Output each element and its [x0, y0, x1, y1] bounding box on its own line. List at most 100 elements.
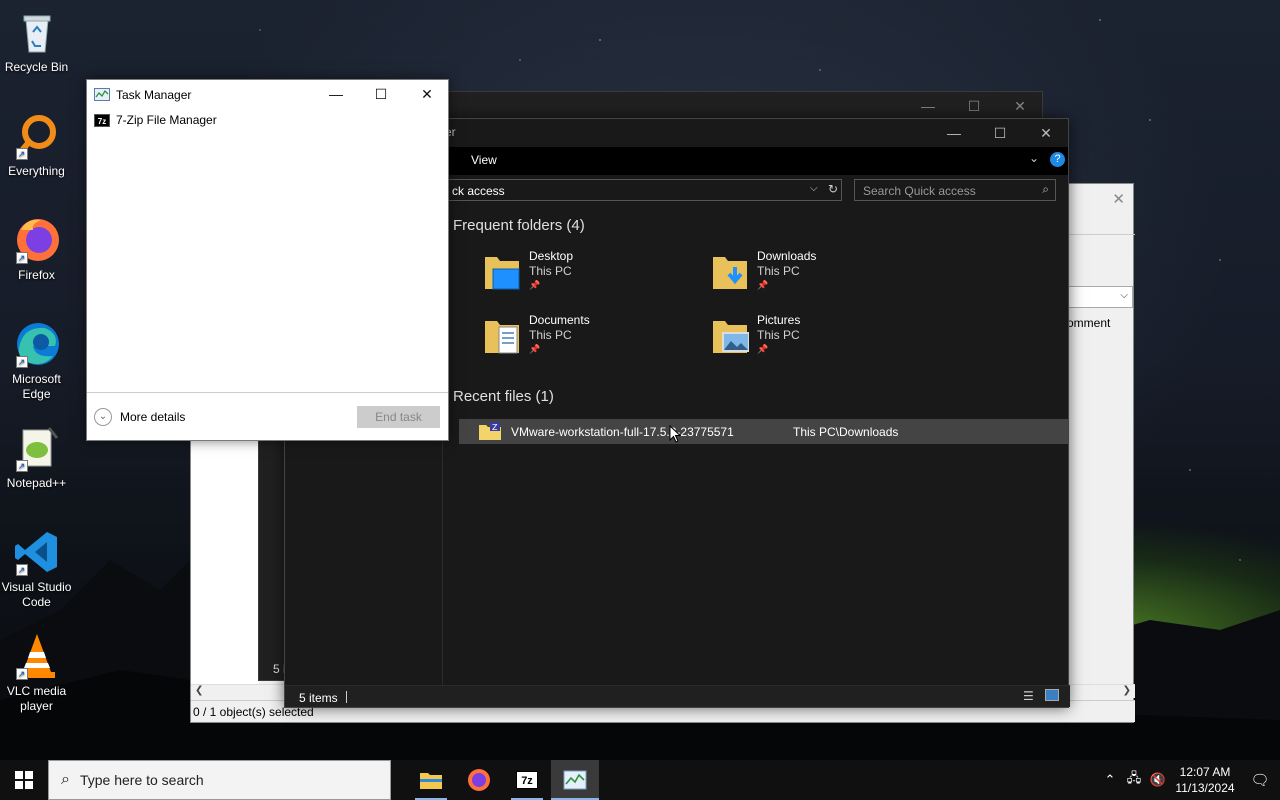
seven-zip-icon: 7z — [516, 771, 538, 789]
pin-icon: 📌 — [757, 280, 769, 290]
svg-text:Z: Z — [492, 423, 498, 432]
clock[interactable]: 12:07 AM 11/13/2024 — [1170, 764, 1240, 796]
taskbar-firefox[interactable] — [455, 760, 503, 800]
large-icons-view-icon[interactable] — [1045, 689, 1059, 701]
desktop-icon-everything[interactable]: ↗ Everything — [0, 112, 73, 179]
section-label: Recent files (1) — [453, 388, 554, 405]
chevron-down-icon[interactable]: ⌄ — [1029, 151, 1039, 165]
search-input[interactable]: Type here to search — [80, 772, 204, 788]
close-icon[interactable]: ✕ — [404, 80, 450, 108]
folder-location: This PC — [529, 328, 572, 342]
recycle-bin-icon — [13, 8, 61, 56]
zip-address-dropdown[interactable]: ⌵ — [1067, 286, 1133, 308]
tab-view[interactable]: View — [471, 153, 497, 167]
task-manager-window[interactable]: Task Manager — ☐ ✕ 7z 7-Zip File Manager… — [86, 79, 449, 441]
pictures-folder-icon — [711, 313, 750, 355]
close-icon[interactable]: ✕ — [1023, 119, 1069, 147]
chevron-up-icon[interactable]: ⌃ — [1098, 772, 1122, 788]
taskbar: ⌕ Type here to search 7z ⌃ 🖧 🔇 12:07 AM … — [0, 760, 1280, 800]
app-name: 7-Zip File Manager — [116, 113, 217, 127]
taskbar-task-manager[interactable] — [551, 760, 599, 800]
window-title: Task Manager — [116, 87, 192, 102]
item-count: 5 items — [299, 691, 338, 705]
chevron-down-icon[interactable]: ⌄ — [94, 407, 112, 426]
edge-icon: ↗ — [13, 320, 61, 368]
windows-logo-icon — [15, 771, 33, 789]
folder-tile-documents[interactable]: Documents This PC 📌 — [483, 313, 590, 355]
desktop-icon-label: Notepad++ — [6, 476, 67, 490]
folder-tile-desktop[interactable]: Desktop This PC 📌 — [483, 249, 573, 291]
section-label: Frequent folders (4) — [453, 217, 585, 234]
minimize-icon[interactable]: — — [905, 92, 951, 120]
folder-tile-downloads[interactable]: Downloads This PC 📌 — [711, 249, 816, 291]
maximize-icon[interactable]: ☐ — [951, 92, 997, 120]
network-icon[interactable]: 🖧 — [1122, 769, 1146, 791]
recent-files-header[interactable]: ⌄ Recent files (1) — [442, 388, 554, 405]
firefox-icon: ↗ — [13, 216, 61, 264]
column-header-comment[interactable]: omment — [1067, 316, 1110, 330]
desktop-icon-notepadpp[interactable]: ↗ Notepad++ — [0, 424, 73, 491]
recent-file-row[interactable]: Z VMware-workstation-full-17.5.2-2377557… — [459, 419, 1069, 444]
frequent-folders-header[interactable]: ⌄ Frequent folders (4) — [442, 217, 585, 234]
desktop-icon-vscode[interactable]: ↗ Visual Studio Code — [0, 528, 73, 610]
scroll-left-icon[interactable]: ❮ — [195, 685, 203, 696]
desktop-icon-edge[interactable]: ↗ Microsoft Edge — [0, 320, 73, 402]
task-manager-icon — [94, 88, 110, 101]
file-explorer-icon — [420, 773, 442, 789]
minimize-icon[interactable]: — — [313, 80, 359, 108]
folder-name: Documents — [529, 313, 590, 327]
file-name: VMware-workstation-full-17.5.2-23775571 — [511, 425, 734, 439]
status-bar: 5 items ☰ — [285, 685, 1070, 707]
desktop-icon-label: Firefox — [18, 268, 55, 282]
notepadpp-icon: ↗ — [13, 424, 61, 472]
taskbar-7zip[interactable]: 7z — [503, 760, 551, 800]
search-input[interactable]: Search Quick access — [863, 184, 976, 198]
close-icon[interactable]: ✕ — [1112, 190, 1125, 208]
pin-icon: 📌 — [529, 344, 541, 354]
archive-file-icon: Z — [478, 422, 502, 441]
app-row-7zip[interactable]: 7z 7-Zip File Manager — [87, 109, 448, 131]
clock-date: 11/13/2024 — [1175, 781, 1235, 795]
maximize-icon[interactable]: ☐ — [358, 80, 404, 108]
chevron-down-icon: ⌵ — [1120, 290, 1128, 301]
volume-muted-icon[interactable]: 🔇 — [1146, 772, 1170, 788]
desktop-icon-label: Recycle Bin — [4, 60, 69, 74]
end-task-button[interactable]: End task — [357, 406, 440, 428]
maximize-icon[interactable]: ☐ — [977, 119, 1023, 147]
desktop-icon-vlc[interactable]: ↗ VLC media player — [0, 632, 73, 714]
mouse-cursor — [669, 425, 681, 443]
search-icon: ⌕ — [1042, 182, 1049, 196]
desktop-icon-firefox[interactable]: ↗ Firefox — [0, 216, 73, 283]
search-icon: ⌕ — [61, 771, 70, 788]
vlc-icon: ↗ — [13, 632, 61, 680]
notification-icon[interactable]: 🗨 — [1240, 771, 1280, 789]
refresh-icon[interactable]: ↻ — [828, 182, 838, 196]
task-manager-icon — [563, 770, 587, 790]
address-bar[interactable]: ck access ⌵ ↻ — [441, 179, 842, 201]
vscode-icon: ↗ — [13, 528, 61, 576]
desktop-folder-icon — [483, 249, 521, 291]
details-view-icon[interactable]: ☰ — [1023, 689, 1034, 703]
folder-name: Pictures — [757, 313, 801, 327]
address-text: ck access — [452, 184, 505, 198]
folder-tile-pictures[interactable]: Pictures This PC 📌 — [711, 313, 800, 355]
scroll-right-icon[interactable]: ❯ — [1123, 685, 1131, 696]
search-box[interactable]: Search Quick access ⌕ — [854, 179, 1056, 201]
minimize-icon[interactable]: — — [931, 119, 977, 147]
close-icon[interactable]: ✕ — [997, 92, 1043, 120]
more-details-link[interactable]: More details — [120, 410, 185, 424]
taskbar-search[interactable]: ⌕ Type here to search — [48, 760, 391, 800]
system-tray: ⌃ 🖧 🔇 12:07 AM 11/13/2024 🗨 — [1098, 760, 1280, 800]
help-icon[interactable]: ? — [1050, 152, 1065, 167]
chevron-down-icon[interactable]: ⌵ — [810, 183, 818, 194]
firefox-icon — [468, 769, 490, 791]
folder-location: This PC — [757, 264, 800, 278]
desktop-icon-label: Everything — [8, 164, 65, 178]
desktop-icon-recycle-bin[interactable]: Recycle Bin — [0, 8, 73, 75]
seven-zip-icon: 7z — [94, 113, 110, 127]
start-button[interactable] — [0, 760, 48, 800]
taskbar-file-explorer[interactable] — [407, 760, 455, 800]
file-path: This PC\Downloads — [793, 425, 899, 439]
pin-icon: 📌 — [529, 280, 541, 290]
documents-folder-icon — [483, 313, 521, 355]
